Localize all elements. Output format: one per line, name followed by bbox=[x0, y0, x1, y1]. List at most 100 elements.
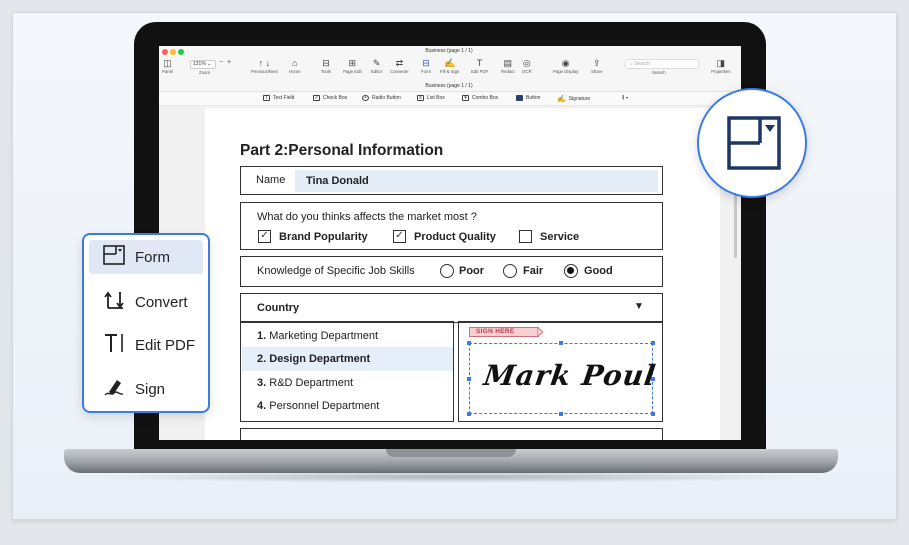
signature-text: Mark Poul bbox=[481, 359, 659, 392]
country-combo[interactable] bbox=[240, 293, 663, 323]
close-window-button[interactable] bbox=[162, 49, 168, 55]
panel-item-convert[interactable]: Convert bbox=[89, 285, 203, 319]
fair-label: Fair bbox=[523, 265, 544, 277]
signature-tool[interactable]: ✍ Signature bbox=[557, 95, 590, 103]
minimize-window-button[interactable] bbox=[170, 49, 176, 55]
feature-panel: Form Convert Edit PDF Sign bbox=[82, 233, 210, 413]
align-icon: ⫼ ▾ bbox=[622, 95, 629, 101]
brand-popularity-label: Brand Popularity bbox=[279, 231, 368, 243]
eye-icon: ◉ bbox=[561, 58, 570, 68]
form-icon-callout bbox=[697, 88, 807, 198]
next-row-partial bbox=[240, 428, 663, 440]
country-label: Country bbox=[257, 302, 300, 314]
form-icon: ⊟ bbox=[422, 58, 430, 68]
fill-sign-button[interactable]: ✍ Fill & Sign bbox=[440, 57, 459, 74]
name-label: Name bbox=[256, 174, 286, 186]
product-quality-checkbox[interactable]: ✓ bbox=[393, 230, 406, 243]
sign-icon bbox=[103, 377, 125, 402]
service-checkbox[interactable] bbox=[519, 230, 532, 243]
panel-item-edit-pdf[interactable]: Edit PDF bbox=[89, 328, 203, 362]
convert-icon: ⇄ bbox=[395, 58, 404, 68]
good-label: Good bbox=[584, 265, 613, 277]
list-box-tool[interactable]: ≡ List Box bbox=[417, 95, 445, 101]
page-display-button[interactable]: ◉ Page Display bbox=[553, 57, 578, 74]
redact-icon: ▤ bbox=[503, 58, 513, 68]
panel-button[interactable]: ◫ Panel bbox=[162, 57, 173, 74]
laptop-notch bbox=[386, 449, 516, 457]
zoom-select[interactable]: 131% ⌄ bbox=[190, 60, 216, 69]
arrows-icon: ↑ ↓ bbox=[258, 58, 271, 68]
name-value: Tina Donald bbox=[306, 175, 369, 187]
zoom-in-icon[interactable]: + bbox=[227, 59, 231, 66]
tools-icon: ⊟ bbox=[322, 58, 330, 68]
brand-popularity-checkbox[interactable]: ✓ bbox=[258, 230, 271, 243]
laptop-shadow bbox=[88, 471, 814, 483]
radio-button-tool[interactable]: • Radio Button bbox=[362, 95, 401, 101]
window-title: Business (page 1 / 1) bbox=[425, 48, 473, 54]
poor-radio[interactable] bbox=[440, 264, 454, 278]
zoom-out-icon[interactable]: − bbox=[219, 59, 223, 66]
resize-handle[interactable] bbox=[467, 377, 471, 381]
prevnext-button[interactable]: ↑ ↓ Previous/Next bbox=[251, 57, 278, 74]
section-heading: Part 2:Personal Information bbox=[240, 142, 444, 159]
panel-item-form[interactable]: Form bbox=[89, 240, 203, 274]
home-icon: ⌂ bbox=[292, 58, 298, 68]
tools-button[interactable]: ⊟ Tools bbox=[321, 57, 331, 74]
resize-handle[interactable] bbox=[559, 341, 563, 345]
checkbox-icon: ✓ bbox=[313, 95, 320, 101]
fair-radio[interactable] bbox=[503, 264, 517, 278]
convert-icon bbox=[103, 290, 125, 315]
check-box-tool[interactable]: ✓ Check Box bbox=[313, 95, 347, 101]
main-toolbar: Business (page 1 / 1) ◫ Panel 131% ⌄ − + … bbox=[159, 46, 741, 92]
sign-here-tag: SIGN HERE bbox=[469, 327, 539, 337]
form-toolbar: T Text Field ✓ Check Box • Radio Button ≡ Li… bbox=[159, 92, 741, 106]
product-quality-label: Product Quality bbox=[414, 231, 496, 243]
panel-icon: ◫ bbox=[163, 58, 172, 68]
page-indicator: Business (page 1 / 1) bbox=[425, 83, 473, 89]
properties-button[interactable]: ◨ Properties bbox=[711, 57, 731, 74]
zoom-label: Zoom bbox=[199, 70, 210, 75]
edit-pdf-icon bbox=[103, 332, 125, 359]
resize-handle[interactable] bbox=[559, 412, 563, 416]
good-radio[interactable] bbox=[564, 264, 578, 278]
share-icon: ⇪ bbox=[592, 58, 601, 68]
question-text: What do you thinks affects the market mo… bbox=[257, 211, 477, 223]
page-edit-button[interactable]: ⊞ Page Edit bbox=[343, 57, 362, 74]
skills-label: Knowledge of Specific Job Skills bbox=[257, 265, 415, 277]
list-item-selected[interactable]: 2. Design Department bbox=[257, 353, 370, 365]
ocr-icon: ◎ bbox=[522, 58, 531, 68]
align-tool[interactable]: ⫼ ▾ bbox=[622, 95, 628, 101]
redact-button[interactable]: ▤ Redact bbox=[501, 57, 515, 74]
form-icon bbox=[103, 244, 125, 270]
fill-sign-icon: ✍ bbox=[444, 58, 456, 68]
button-tool[interactable]: Button bbox=[516, 95, 540, 101]
properties-icon: ◨ bbox=[716, 58, 726, 68]
sign-tag-arrow-icon bbox=[537, 327, 543, 337]
resize-handle[interactable] bbox=[651, 412, 655, 416]
list-item[interactable]: 1. Marketing Department bbox=[257, 330, 378, 342]
editor-button[interactable]: ✎ Editor bbox=[371, 57, 382, 74]
button-icon bbox=[516, 95, 523, 101]
dropdown-arrow-icon[interactable]: ▼ bbox=[634, 301, 644, 312]
pencil-icon: ✎ bbox=[372, 58, 381, 68]
resize-handle[interactable] bbox=[467, 341, 471, 345]
share-button[interactable]: ⇪ Share bbox=[591, 57, 602, 74]
poor-label: Poor bbox=[459, 265, 485, 277]
search-input[interactable]: ⌕ Search bbox=[625, 59, 699, 69]
resize-handle[interactable] bbox=[467, 412, 471, 416]
text-field-tool[interactable]: T Text Field bbox=[263, 95, 294, 101]
zoom-window-button[interactable] bbox=[178, 49, 184, 55]
list-item[interactable]: 4. Personnel Department bbox=[257, 400, 379, 412]
ocr-button[interactable]: ◎ OCR bbox=[522, 57, 532, 74]
resize-handle[interactable] bbox=[651, 341, 655, 345]
home-button[interactable]: ⌂ Home bbox=[289, 57, 300, 74]
form-button[interactable]: ⊟ Form bbox=[421, 57, 431, 74]
search-label: Search bbox=[652, 70, 666, 75]
edit-pdf-button[interactable]: T Edit PDF bbox=[471, 57, 488, 74]
signature-icon: ✍ bbox=[557, 96, 566, 103]
panel-item-sign[interactable]: Sign bbox=[89, 372, 203, 406]
list-item[interactable]: 3. R&D Department bbox=[257, 377, 353, 389]
converter-button[interactable]: ⇄ Converter bbox=[390, 57, 409, 74]
service-label: Service bbox=[540, 231, 580, 243]
combo-box-tool[interactable]: ▾ Combo Box bbox=[462, 95, 498, 101]
